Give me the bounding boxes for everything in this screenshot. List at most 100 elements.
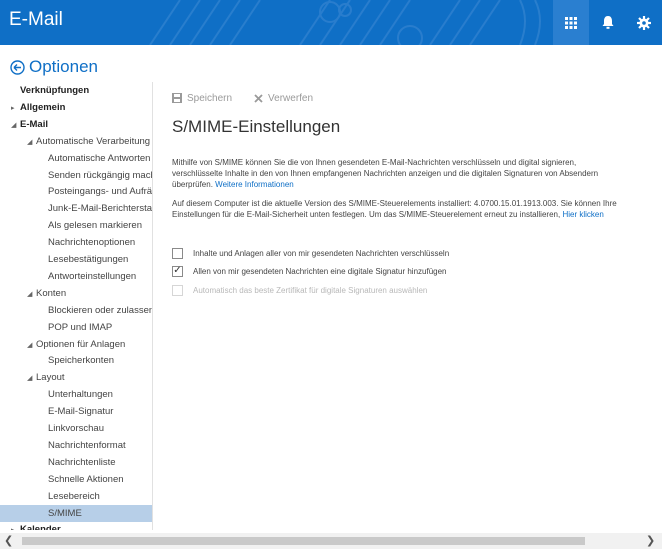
sidebar-item-label: Antworteinstellungen: [48, 270, 137, 282]
app-title[interactable]: E-Mail: [9, 9, 63, 31]
sidebar-item[interactable]: Lesebereich: [0, 488, 152, 505]
sidebar-item-label: Konten: [36, 287, 67, 299]
sidebar-item[interactable]: ◢ Layout: [0, 369, 152, 386]
app-launcher-icon: [565, 16, 577, 29]
page-title: S/MIME-Einstellungen: [172, 117, 341, 136]
discard-label: Verwerfen: [268, 92, 314, 104]
option-encrypt[interactable]: Inhalte und Anlagen aller von mir gesend…: [172, 246, 449, 260]
sidebar-item-label: Lesebereich: [48, 490, 100, 502]
sidebar-item-label: Posteingangs- und Aufräumregeln: [48, 186, 153, 198]
sidebar-item[interactable]: Schnelle Aktionen: [0, 471, 152, 488]
sidebar-item-label: Schnelle Aktionen: [48, 473, 124, 485]
sidebar-item-label: Unterhaltungen: [48, 389, 113, 401]
sidebar-item-label: Verknüpfungen: [20, 85, 90, 96]
options-back-link[interactable]: Optionen: [10, 56, 98, 78]
sidebar-item[interactable]: Automatische Antworten: [0, 150, 152, 167]
settings-button[interactable]: [626, 0, 662, 45]
sidebar-item[interactable]: Verknüpfungen: [0, 82, 152, 99]
sidebar-item[interactable]: S/MIME: [0, 504, 152, 522]
sidebar-item-label: Als gelesen markieren: [48, 220, 142, 232]
option-auto-cert: Automatisch das beste Zertifikat für dig…: [172, 283, 427, 297]
sidebar-item-label: Blockieren oder zulassen: [48, 304, 153, 316]
sidebar-item[interactable]: ◢ Optionen für Anlagen: [0, 336, 152, 353]
sidebar-item[interactable]: Junk-E-Mail-Berichterstattung: [0, 200, 152, 217]
reinstall-link[interactable]: Hier klicken: [562, 210, 603, 219]
sidebar-item-label: Automatische Antworten: [48, 152, 151, 164]
sidebar-item-label: Allgemein: [20, 101, 66, 113]
save-icon: [172, 93, 182, 103]
sidebar-item[interactable]: Als gelesen markieren: [0, 217, 152, 234]
encrypt-checkbox[interactable]: [172, 247, 183, 259]
sidebar-item[interactable]: POP und IMAP: [0, 319, 152, 336]
scroll-left-icon[interactable]: ❮: [4, 534, 13, 547]
options-sidebar: Verknüpfungen ▸ Allgemein ◢ E-Mail ◢ Automatis…: [0, 82, 153, 530]
sidebar-item[interactable]: Nachrichtenformat: [0, 437, 152, 454]
close-icon: [254, 93, 263, 103]
sidebar-item-label: Nachrichtenoptionen: [48, 237, 136, 249]
bell-icon: [602, 16, 614, 29]
sidebar-item[interactable]: Blockieren oder zulassen: [0, 302, 153, 319]
sidebar-item-label: Layout: [36, 372, 65, 384]
option-sign[interactable]: ✓ Allen von mir gesendeten Nachrichten e…: [172, 264, 447, 278]
sidebar-item[interactable]: Linkvorschau: [0, 420, 152, 437]
chevron-right-icon[interactable]: ▸: [11, 522, 20, 530]
sidebar-item-label: POP und IMAP: [48, 321, 113, 333]
sidebar-item-label: S/MIME: [48, 507, 82, 519]
notifications-button[interactable]: [590, 0, 626, 45]
sidebar-item[interactable]: ◢ Konten: [0, 285, 152, 302]
sidebar-item-label: Automatische Verarbeitung: [36, 135, 151, 147]
sidebar-item[interactable]: Lesebestätigungen: [0, 251, 152, 268]
intro-paragraph: Mithilfe von S/MIME können Sie die von I…: [172, 157, 622, 190]
version-paragraph: Auf diesem Computer ist die aktuelle Ver…: [172, 198, 622, 220]
sidebar-item[interactable]: Speicherkonten: [0, 352, 152, 369]
option-label: Automatisch das beste Zertifikat für dig…: [193, 285, 428, 295]
sidebar-item-label: Linkvorschau: [48, 423, 104, 434]
gear-icon: [637, 15, 651, 30]
sidebar-item[interactable]: ◢ Automatische Verarbeitung: [0, 133, 152, 150]
save-button[interactable]: Speichern: [172, 93, 232, 104]
sidebar-item-label: Lesebestätigungen: [48, 254, 129, 265]
sign-checkbox[interactable]: ✓: [172, 265, 183, 277]
sidebar-item-label: Nachrichtenliste: [48, 456, 116, 468]
sidebar-item[interactable]: Nachrichtenliste: [0, 454, 152, 471]
scrollbar-thumb[interactable]: [22, 537, 585, 545]
chevron-down-icon[interactable]: ◢: [27, 134, 36, 150]
save-label: Speichern: [187, 92, 233, 104]
sidebar-item-label: E-Mail: [20, 118, 48, 130]
sidebar-item[interactable]: Unterhaltungen: [0, 386, 152, 403]
toolbar: Speichern Verwerfen: [172, 90, 335, 106]
sidebar-item-label: Senden rückgängig machen: [48, 169, 152, 181]
horizontal-scrollbar[interactable]: ❮ ❯: [0, 533, 662, 549]
chevron-down-icon[interactable]: ◢: [11, 117, 20, 133]
sidebar-item-label: Nachrichtenformat: [48, 439, 126, 451]
sidebar-item-label: Kalender: [20, 524, 61, 530]
options-title: Optionen: [29, 57, 98, 76]
chevron-down-icon[interactable]: ◢: [27, 337, 36, 353]
sidebar-item[interactable]: ▸Kalender: [0, 521, 152, 530]
app-launcher-button[interactable]: [553, 0, 589, 45]
option-label: Allen von mir gesendeten Nachrichten ein…: [193, 266, 447, 276]
sidebar-item-label: Junk-E-Mail-Berichterstattung: [48, 203, 152, 215]
sidebar-item-label: E-Mail-Signatur: [48, 406, 114, 418]
top-bar: E-Mail: [0, 0, 662, 45]
auto-cert-checkbox: [172, 284, 183, 296]
sidebar-item[interactable]: Antworteinstellungen: [0, 268, 152, 285]
sidebar-item[interactable]: Senden rückgängig machen: [0, 167, 152, 184]
sidebar-item-label: Optionen für Anlagen: [36, 338, 126, 350]
sidebar-item[interactable]: ▸ Allgemein: [0, 99, 152, 116]
sidebar-item-label: Speicherkonten: [48, 355, 115, 367]
version-text: Auf diesem Computer ist die aktuelle Ver…: [172, 199, 617, 219]
sidebar-item[interactable]: Nachrichtenoptionen: [0, 234, 152, 251]
chevron-right-icon[interactable]: ▸: [11, 100, 20, 116]
chevron-down-icon[interactable]: ◢: [27, 286, 36, 302]
checkmark-icon: ✓: [173, 265, 182, 276]
chevron-down-icon[interactable]: ◢: [27, 370, 36, 386]
sidebar-item[interactable]: Posteingangs- und Aufräumregeln: [0, 183, 153, 200]
discard-button[interactable]: Verwerfen: [254, 93, 313, 104]
sidebar-item[interactable]: E-Mail-Signatur: [0, 403, 152, 420]
more-info-link[interactable]: Weitere Informationen: [215, 180, 294, 189]
option-label: Inhalte und Anlagen aller von mir gesend…: [193, 248, 450, 258]
sidebar-item[interactable]: ◢ E-Mail: [0, 116, 152, 133]
scroll-right-icon[interactable]: ❯: [646, 534, 655, 547]
back-arrow-icon: [10, 59, 25, 75]
